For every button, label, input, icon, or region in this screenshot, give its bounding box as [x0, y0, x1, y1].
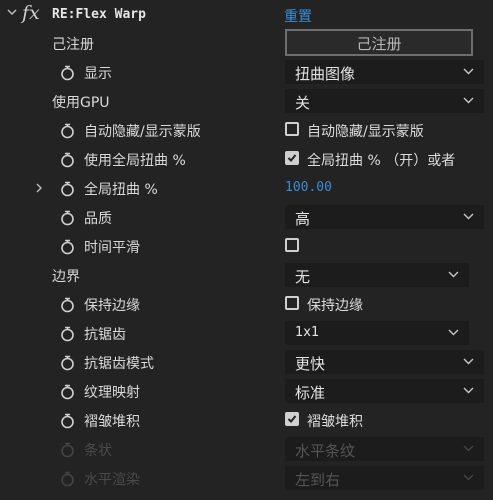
stopwatch-icon — [61, 471, 74, 487]
wrinkle-checkbox-label: 褶皱堆积 — [307, 414, 363, 430]
effect-title: RE:Flex Warp — [52, 7, 146, 22]
global-pct-label: 全局扭曲 % — [84, 182, 158, 198]
chevron-right-icon[interactable] — [34, 182, 44, 194]
row-wrinkle: 褶皱堆积 褶皱堆积 — [0, 406, 493, 435]
display-dropdown[interactable]: 扭曲图像 — [285, 60, 484, 84]
keep-edge-label: 保持边缘 — [84, 298, 140, 314]
registered-button[interactable]: 己注册 — [285, 29, 473, 56]
stopwatch-icon — [61, 442, 74, 458]
quality-dropdown-value: 高 — [295, 210, 311, 228]
global-pct-value[interactable]: 100.00 — [285, 180, 332, 195]
stopwatch-icon[interactable] — [60, 65, 75, 81]
autohide-checkbox-label: 自动隐藏/显示蒙版 — [307, 124, 424, 140]
chevron-down-icon — [463, 68, 474, 75]
gpu-dropdown-value: 关 — [295, 94, 311, 112]
time-smooth-label: 时间平滑 — [84, 240, 140, 256]
quality-label: 品质 — [84, 211, 112, 227]
chevron-down-icon — [448, 329, 459, 336]
strips-dropdown: 水平条纹 — [285, 437, 484, 461]
stopwatch-icon[interactable] — [60, 384, 75, 400]
row-autohide: 自动隐藏/显示蒙版 自动隐藏/显示蒙版 — [0, 116, 493, 145]
checkmark-icon — [287, 154, 297, 162]
row-keep-edge: 保持边缘 保持边缘 — [0, 290, 493, 319]
global-warp-label: 使用全局扭曲 % — [84, 153, 186, 169]
registered-button-label: 己注册 — [356, 35, 402, 53]
chevron-down-icon — [463, 474, 474, 481]
fx-icon[interactable]: fx — [22, 2, 40, 24]
reset-link[interactable]: 重置 — [284, 6, 312, 26]
border-dropdown-value: 无 — [295, 268, 311, 286]
chevron-down-icon — [463, 358, 474, 365]
border-label: 边界 — [52, 269, 80, 285]
row-border: 边界 无 — [0, 261, 493, 290]
antialias-mode-dropdown[interactable]: 更快 — [285, 350, 484, 374]
antialias-label: 抗锯齿 — [84, 327, 126, 343]
chevron-down-icon — [448, 271, 459, 278]
chevron-down-icon — [463, 213, 474, 220]
stopwatch-icon[interactable] — [60, 326, 75, 342]
keep-edge-checkbox-label: 保持边缘 — [307, 298, 363, 314]
texture-map-dropdown[interactable]: 标准 — [285, 379, 484, 403]
row-horizontal-render: 水平渲染 左到右 — [0, 464, 493, 493]
antialias-dropdown-value: 1x1 — [295, 325, 320, 340]
display-dropdown-value: 扭曲图像 — [295, 65, 356, 83]
chevron-down-icon — [463, 445, 474, 452]
strips-dropdown-value: 水平条纹 — [295, 442, 356, 460]
wrinkle-label: 褶皱堆积 — [84, 414, 140, 430]
stopwatch-icon[interactable] — [60, 297, 75, 313]
row-gpu: 使用GPU 关 — [0, 87, 493, 116]
antialias-mode-dropdown-value: 更快 — [295, 355, 326, 373]
row-time-smooth: 时间平滑 — [0, 232, 493, 261]
gpu-label: 使用GPU — [52, 95, 110, 111]
chevron-down-icon — [463, 387, 474, 394]
antialias-mode-label: 抗锯齿模式 — [84, 356, 154, 372]
global-warp-checkbox-label: 全局扭曲 % （开）或者 — [307, 153, 456, 169]
row-global-warp: 使用全局扭曲 % 全局扭曲 % （开）或者 — [0, 145, 493, 174]
wrinkle-checkbox[interactable] — [285, 412, 299, 426]
autohide-label: 自动隐藏/显示蒙版 — [84, 124, 201, 140]
registered-label: 己注册 — [52, 37, 94, 53]
stopwatch-icon[interactable] — [60, 239, 75, 255]
row-display: 显示 扭曲图像 — [0, 58, 493, 87]
gpu-dropdown[interactable]: 关 — [285, 89, 484, 113]
texture-map-dropdown-value: 标准 — [295, 384, 326, 402]
quality-dropdown[interactable]: 高 — [285, 205, 484, 229]
horizontal-render-dropdown: 左到右 — [285, 466, 484, 490]
stopwatch-icon[interactable] — [60, 152, 75, 168]
texture-map-label: 纹理映射 — [84, 385, 140, 401]
stopwatch-icon[interactable] — [60, 181, 75, 197]
horizontal-render-label: 水平渲染 — [84, 472, 140, 488]
row-global-pct: 全局扭曲 % 100.00 — [0, 174, 493, 203]
row-strips: 条状 水平条纹 — [0, 435, 493, 464]
row-antialias: 抗锯齿 1x1 — [0, 319, 493, 348]
chevron-down-icon — [463, 97, 474, 104]
antialias-dropdown[interactable]: 1x1 — [285, 321, 469, 345]
horizontal-render-dropdown-value: 左到右 — [295, 471, 341, 489]
keep-edge-checkbox[interactable] — [285, 296, 299, 310]
checkmark-icon — [287, 415, 297, 423]
global-warp-checkbox[interactable] — [285, 151, 299, 165]
row-registered: 己注册 己注册 — [0, 29, 493, 58]
row-texture-map: 纹理映射 标准 — [0, 377, 493, 406]
strips-label: 条状 — [84, 443, 112, 459]
stopwatch-icon[interactable] — [60, 355, 75, 371]
row-antialias-mode: 抗锯齿模式 更快 — [0, 348, 493, 377]
row-quality: 品质 高 — [0, 203, 493, 232]
display-label: 显示 — [84, 66, 112, 82]
time-smooth-checkbox[interactable] — [285, 238, 299, 252]
stopwatch-icon[interactable] — [60, 123, 75, 139]
autohide-checkbox[interactable] — [285, 122, 299, 136]
stopwatch-icon[interactable] — [60, 413, 75, 429]
border-dropdown[interactable]: 无 — [285, 263, 469, 287]
stopwatch-icon[interactable] — [60, 210, 75, 226]
effect-header: fx RE:Flex Warp 重置 — [0, 0, 493, 30]
collapse-chevron-icon[interactable] — [6, 6, 18, 18]
